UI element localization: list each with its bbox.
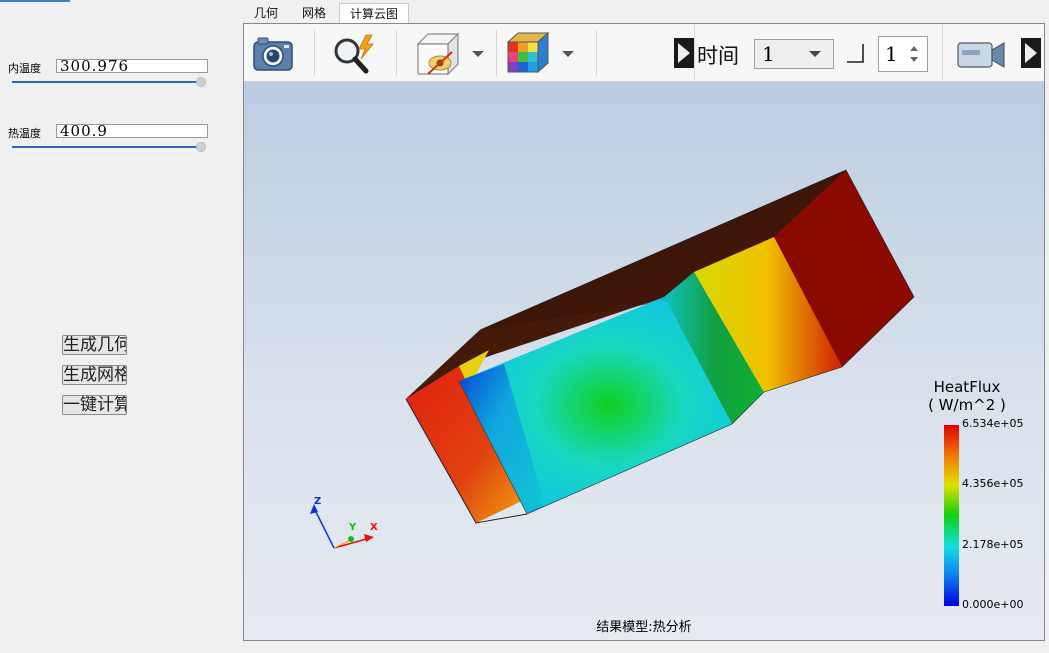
axes-triad: Z Y X (310, 496, 378, 549)
render-viewport[interactable]: Z Y X HeatFlux ( W/m^2 ) 6.534e+05 4.356… (244, 82, 1044, 640)
hot-temp-label: 热温度 (8, 127, 41, 140)
tab-contour[interactable]: 计算云图 (339, 3, 409, 24)
result-view: 时间 1 1 Z Y X HeatFlux (W/m^2) 6.534e+0… (243, 23, 1045, 641)
step-spinbox[interactable]: 1 (878, 36, 928, 72)
z-axis-label: Z (314, 496, 321, 507)
step-icon (845, 42, 867, 64)
hot-temp-slider-track[interactable] (12, 146, 202, 148)
toolbar-separator (694, 24, 695, 82)
camera-icon[interactable] (250, 32, 296, 74)
visibility-dropdown-arrow[interactable] (472, 51, 484, 57)
toolbar-separator (396, 30, 397, 76)
x-axis-label: X (370, 522, 378, 533)
gen-geometry-button[interactable]: 生成几何 (62, 335, 127, 355)
gen-mesh-button[interactable]: 生成网格 (62, 365, 127, 385)
hot-temp-slider-handle[interactable] (196, 142, 206, 152)
legend-tick-min: 0.000e+00 (962, 598, 1024, 611)
legend-tick-3: 2.178e+05 (962, 538, 1024, 551)
view-toolbar: 时间 1 1 (244, 24, 1044, 82)
legend-colorbar (944, 425, 959, 606)
color-dropdown-arrow[interactable] (562, 51, 574, 57)
inner-temp-slider-track[interactable] (12, 81, 202, 83)
result-caption: 结果模型:热分析 (596, 620, 692, 635)
y-axis-label: Y (348, 522, 357, 533)
inner-temp-slider-handle[interactable] (196, 77, 206, 87)
left-panel: 内温度 300.976 热温度 400.9 生成几何 生成网格 一键计算 (0, 0, 243, 653)
legend-title-name: HeatFlux (933, 378, 1001, 396)
spin-arrows-icon[interactable] (909, 43, 919, 65)
inner-temp-label: 内温度 (8, 62, 41, 75)
toolbar-separator (942, 24, 943, 82)
time-select-value: 1 (762, 42, 775, 66)
step-spinbox-value: 1 (885, 42, 898, 66)
scroll-left-icon[interactable] (674, 38, 694, 68)
inner-temp-input[interactable]: 300.976 (56, 59, 208, 73)
toolbar-separator (496, 30, 497, 76)
legend-tick-max: 6.534e+05 (962, 417, 1024, 430)
video-camera-icon[interactable] (956, 40, 1008, 70)
tab-geometry[interactable]: 几何 (243, 3, 289, 24)
chevron-down-icon (809, 51, 821, 57)
legend-tick-2: 4.356e+05 (962, 477, 1024, 490)
hot-temp-input[interactable]: 400.9 (56, 124, 208, 138)
left-top-accent (0, 0, 70, 2)
box-visibility-icon[interactable] (412, 30, 464, 76)
legend-title: HeatFlux ( W/m^2 ) (917, 378, 1017, 414)
time-label: 时间 (697, 44, 739, 68)
search-flash-icon[interactable] (330, 32, 382, 76)
toolbar-separator (314, 30, 315, 76)
legend-title-unit: ( W/m^2 ) (928, 396, 1006, 414)
time-select[interactable]: 1 (754, 39, 834, 69)
one-click-compute-button[interactable]: 一键计算 (62, 395, 127, 415)
toolbar-separator (596, 30, 597, 76)
tab-mesh[interactable]: 网格 (289, 3, 339, 24)
heatflux-model (405, 169, 915, 524)
scroll-right-icon[interactable] (1021, 38, 1041, 68)
color-cube-icon[interactable] (504, 30, 552, 76)
